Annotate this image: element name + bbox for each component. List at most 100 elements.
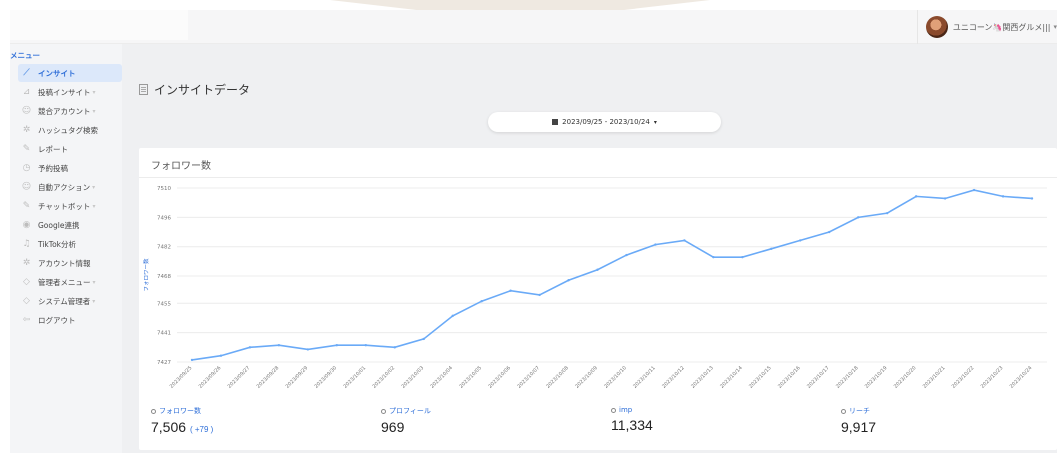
x-tick-label: 2023/10/04 xyxy=(429,365,454,390)
x-tick-label: 2023/10/10 xyxy=(603,365,628,390)
x-tick-label: 2023/10/22 xyxy=(951,365,976,390)
x-tick-label: 2023/10/11 xyxy=(632,365,657,390)
x-tick-label: 2023/09/30 xyxy=(314,365,339,390)
data-point xyxy=(451,314,454,318)
sidebar-item[interactable]: ⊿ 投稿インサイト ▾ xyxy=(18,83,122,101)
chevron-down-icon[interactable]: ▾ xyxy=(1053,23,1057,31)
sidebar-item[interactable]: ✲ ハッシュタグ検索 xyxy=(18,121,122,139)
users-icon: ☺ xyxy=(21,182,32,192)
x-tick-label: 2023/09/28 xyxy=(256,365,281,390)
y-tick-label: 7441 xyxy=(157,331,171,337)
user-menu[interactable]: ユニコーン🦄関西グルメ||| ▾ xyxy=(916,10,1057,44)
data-point xyxy=(190,358,194,362)
x-tick-label: 2023/10/02 xyxy=(372,365,397,390)
x-tick-label: 2023/10/01 xyxy=(343,365,368,390)
sidebar-item-label: TikTok分析 xyxy=(38,239,77,249)
sidebar-item[interactable]: ✎ チャットボット ▾ xyxy=(18,197,122,215)
data-point xyxy=(799,239,802,242)
data-point xyxy=(1030,197,1034,200)
sidebar: メニュー ⟋ インサイト ⊿ 投稿インサイト ▾ ☺ 競合アカウント ▾ ✲ ハッシュタグ検索 ✎ レ… xyxy=(10,44,122,453)
sidebar-item-label: 競合アカウント xyxy=(38,106,91,116)
sidebar-item[interactable]: ✲ アカウント情報 xyxy=(18,254,122,272)
data-point xyxy=(712,255,715,259)
caret-down-icon: ▾ xyxy=(653,118,657,126)
stat-label: プロフィール xyxy=(389,407,431,415)
x-tick-label: 2023/09/26 xyxy=(198,365,223,390)
sidebar-item[interactable]: ⇦ ログアウト xyxy=(18,311,122,329)
sidebar-item[interactable]: ✎ レポート xyxy=(18,140,122,158)
chevron-down-icon: ▾ xyxy=(92,202,96,210)
edit-icon: ✎ xyxy=(22,201,31,211)
document-icon xyxy=(139,84,148,95)
clock-icon: ◷ xyxy=(22,163,31,173)
stat-value: 7,506 xyxy=(151,419,187,435)
app-header: ユニコーン🦄関西グルメ||| ▾ xyxy=(10,10,1057,44)
sidebar-item[interactable]: ◷ 予約投稿 xyxy=(18,159,122,177)
sidebar-item-label: 予約投稿 xyxy=(38,163,68,173)
chevron-down-icon: ▾ xyxy=(92,107,96,115)
date-range-picker[interactable]: 2023/09/25 - 2023/10/24 ▾ xyxy=(488,112,721,132)
sidebar-item[interactable]: ☺ 自動アクション ▾ xyxy=(18,178,122,196)
data-point xyxy=(480,300,483,303)
y-tick-label: 7427 xyxy=(157,360,171,366)
sidebar-item-label: レポート xyxy=(38,144,68,154)
stat-imp: imp 11,334 xyxy=(611,406,653,433)
data-point xyxy=(538,293,541,297)
logo-area xyxy=(10,10,188,40)
data-point xyxy=(509,289,512,292)
gear-icon: ✲ xyxy=(22,125,31,135)
y-axis-label: フォロワー数 xyxy=(142,258,150,292)
data-point xyxy=(943,197,947,200)
x-tick-label: 2023/10/13 xyxy=(690,365,715,390)
data-point xyxy=(770,247,773,250)
sidebar-item[interactable]: ♫ TikTok分析 xyxy=(18,235,122,253)
sidebar-item-label: アカウント情報 xyxy=(38,258,91,268)
y-tick-label: 7510 xyxy=(157,186,171,192)
data-point xyxy=(683,239,686,242)
sidebar-item[interactable]: ⟋ インサイト xyxy=(18,64,122,82)
stat-followers: フォロワー数 7,506 ( +79 ) xyxy=(151,406,213,435)
sidebar-item[interactable]: ◇ 管理者メニュー ▾ xyxy=(18,273,122,291)
x-tick-label: 2023/10/24 xyxy=(1009,365,1034,390)
data-point xyxy=(422,337,425,341)
stat-delta: ( +79 ) xyxy=(189,425,214,434)
sidebar-item-label: システム管理者 xyxy=(38,296,91,306)
location-icon: ◉ xyxy=(22,220,31,230)
music-icon: ♫ xyxy=(22,239,31,249)
data-point xyxy=(914,195,918,198)
avatar[interactable] xyxy=(925,16,948,38)
series-line xyxy=(191,189,1033,361)
data-point xyxy=(248,346,252,349)
data-point xyxy=(393,346,396,349)
sidebar-item[interactable]: ◇ システム管理者 ▾ xyxy=(18,292,122,310)
user-name[interactable]: ユニコーン🦄関西グルメ||| xyxy=(953,22,1051,33)
x-tick-label: 2023/10/18 xyxy=(835,365,860,390)
users-icon: ☺ xyxy=(21,106,32,116)
stat-value: 11,334 xyxy=(611,417,653,433)
y-tick-label: 7482 xyxy=(157,245,171,251)
sidebar-item-label: 投稿インサイト xyxy=(38,87,91,97)
data-point xyxy=(1001,195,1005,198)
edit-icon: ✎ xyxy=(22,144,31,154)
sidebar-item-label: チャットボット xyxy=(38,201,91,211)
sidebar-item[interactable]: ☺ 競合アカウント ▾ xyxy=(18,102,122,120)
x-tick-label: 2023/10/08 xyxy=(545,365,570,390)
data-point xyxy=(335,344,339,347)
info-icon xyxy=(841,408,846,414)
stat-value: 9,917 xyxy=(841,419,877,435)
card-title: フォロワー数 xyxy=(151,161,211,172)
x-tick-label: 2023/10/17 xyxy=(806,365,831,390)
sidebar-item-label: 自動アクション xyxy=(38,182,91,192)
y-tick-label: 7455 xyxy=(157,301,171,307)
date-range-text: 2023/09/25 - 2023/10/24 xyxy=(562,118,650,126)
y-tick-label: 7468 xyxy=(157,274,171,280)
data-point xyxy=(972,188,976,192)
chevron-down-icon: ▾ xyxy=(92,88,96,96)
x-tick-label: 2023/10/07 xyxy=(516,365,541,390)
sidebar-item-label: ハッシュタグ検索 xyxy=(38,125,98,135)
sidebar-item-label: 管理者メニュー xyxy=(38,277,91,287)
chevron-down-icon: ▾ xyxy=(92,297,96,305)
data-point xyxy=(857,216,860,219)
info-icon xyxy=(381,408,386,414)
sidebar-item[interactable]: ◉ Google連携 xyxy=(18,216,122,234)
